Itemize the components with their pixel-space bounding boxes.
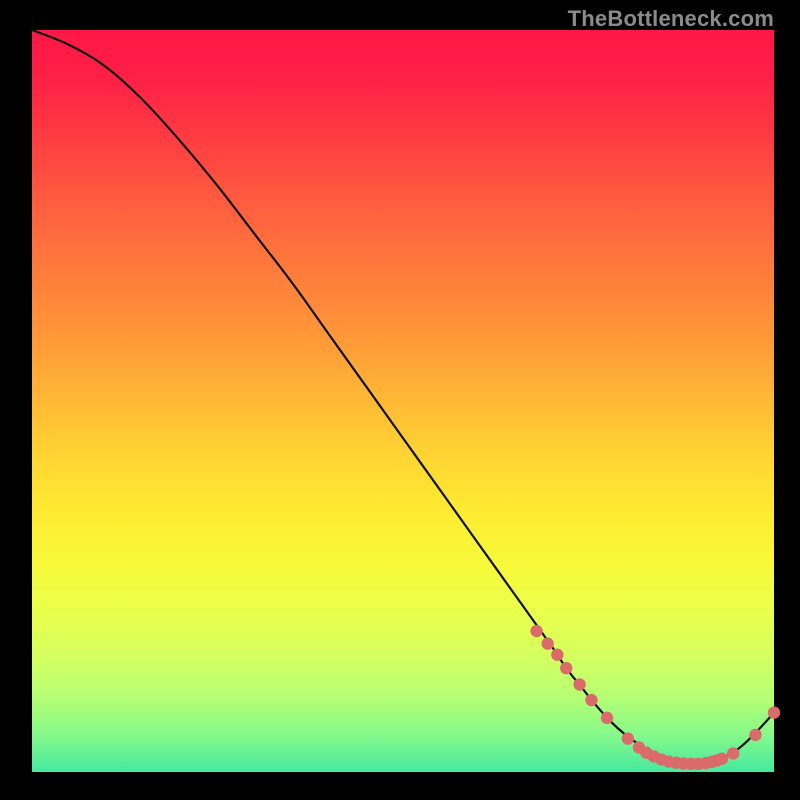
data-marker xyxy=(530,625,542,637)
chart-frame: TheBottleneck.com xyxy=(0,0,800,800)
data-marker xyxy=(716,752,728,764)
data-marker xyxy=(622,732,634,744)
data-marker xyxy=(727,747,739,759)
data-marker xyxy=(560,662,572,674)
data-marker xyxy=(585,694,597,706)
data-marker xyxy=(749,729,761,741)
data-marker xyxy=(601,712,613,724)
data-marker xyxy=(573,678,585,690)
data-marker xyxy=(768,706,780,718)
curve-layer xyxy=(32,30,774,772)
plot-area xyxy=(32,30,774,772)
data-marker xyxy=(541,637,553,649)
data-marker xyxy=(551,649,563,661)
watermark-text: TheBottleneck.com xyxy=(568,6,774,32)
bottleneck-curve xyxy=(32,30,774,764)
marker-group xyxy=(530,625,780,770)
